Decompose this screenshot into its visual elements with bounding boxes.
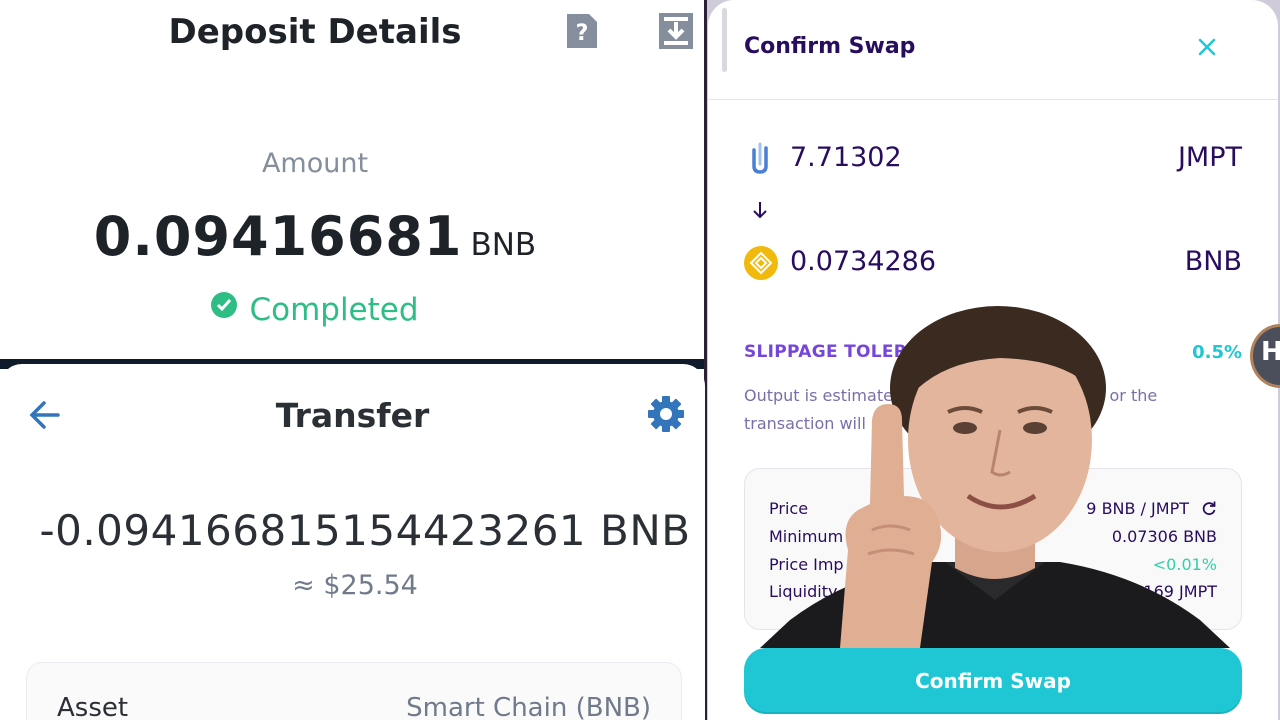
badge-letter: H [1261,337,1280,367]
asset-label: Asset [57,693,129,720]
deposit-details-screen: Deposit Details ? Amount 0.09416681 BNB C… [0,0,705,360]
fiat-value: ≈ $25.54 [292,570,418,601]
close-icon[interactable] [1196,36,1218,58]
page-title: Deposit Details [168,12,462,52]
bnb-token-icon [744,246,778,280]
input-amount: 7.71302 [790,142,902,173]
output-symbol: BNB [1184,246,1242,277]
transfer-title: Transfer [275,396,430,435]
gear-icon[interactable] [646,394,686,434]
asset-card: Asset Smart Chain (BNB) [26,662,682,720]
scrollbar[interactable] [722,8,727,72]
status-text: Completed [249,292,419,328]
output-amount: 0.0734286 [790,246,937,277]
amount-value: 0.09416681 [93,205,463,268]
output-token-row: 0.0734286 BNB [744,244,1242,284]
input-token-row: 7.71302 JMPT [744,140,1242,180]
amount-unit: BNB [470,227,537,263]
header-divider [708,99,1278,100]
check-circle-icon [211,292,238,318]
help-document-icon[interactable]: ? [565,12,599,50]
jmpt-token-icon [752,142,768,174]
deposit-amount: 0.09416681 BNB [0,205,630,268]
transfer-screen: Transfer -0.094166815154423261 BNB ≈ $25… [0,364,705,720]
asset-value: Smart Chain (BNB) [406,693,651,720]
transfer-amount: -0.094166815154423261 BNB [39,506,691,555]
amount-label: Amount [261,148,369,179]
confirm-swap-button[interactable]: Confirm Swap [744,648,1242,714]
status-completed: Completed [0,292,630,328]
input-symbol: JMPT [1177,142,1242,173]
arrow-down-icon [753,202,767,219]
export-icon[interactable] [658,12,694,50]
svg-text:?: ? [576,21,589,46]
person-photo [760,306,1230,648]
modal-title: Confirm Swap [744,34,916,59]
